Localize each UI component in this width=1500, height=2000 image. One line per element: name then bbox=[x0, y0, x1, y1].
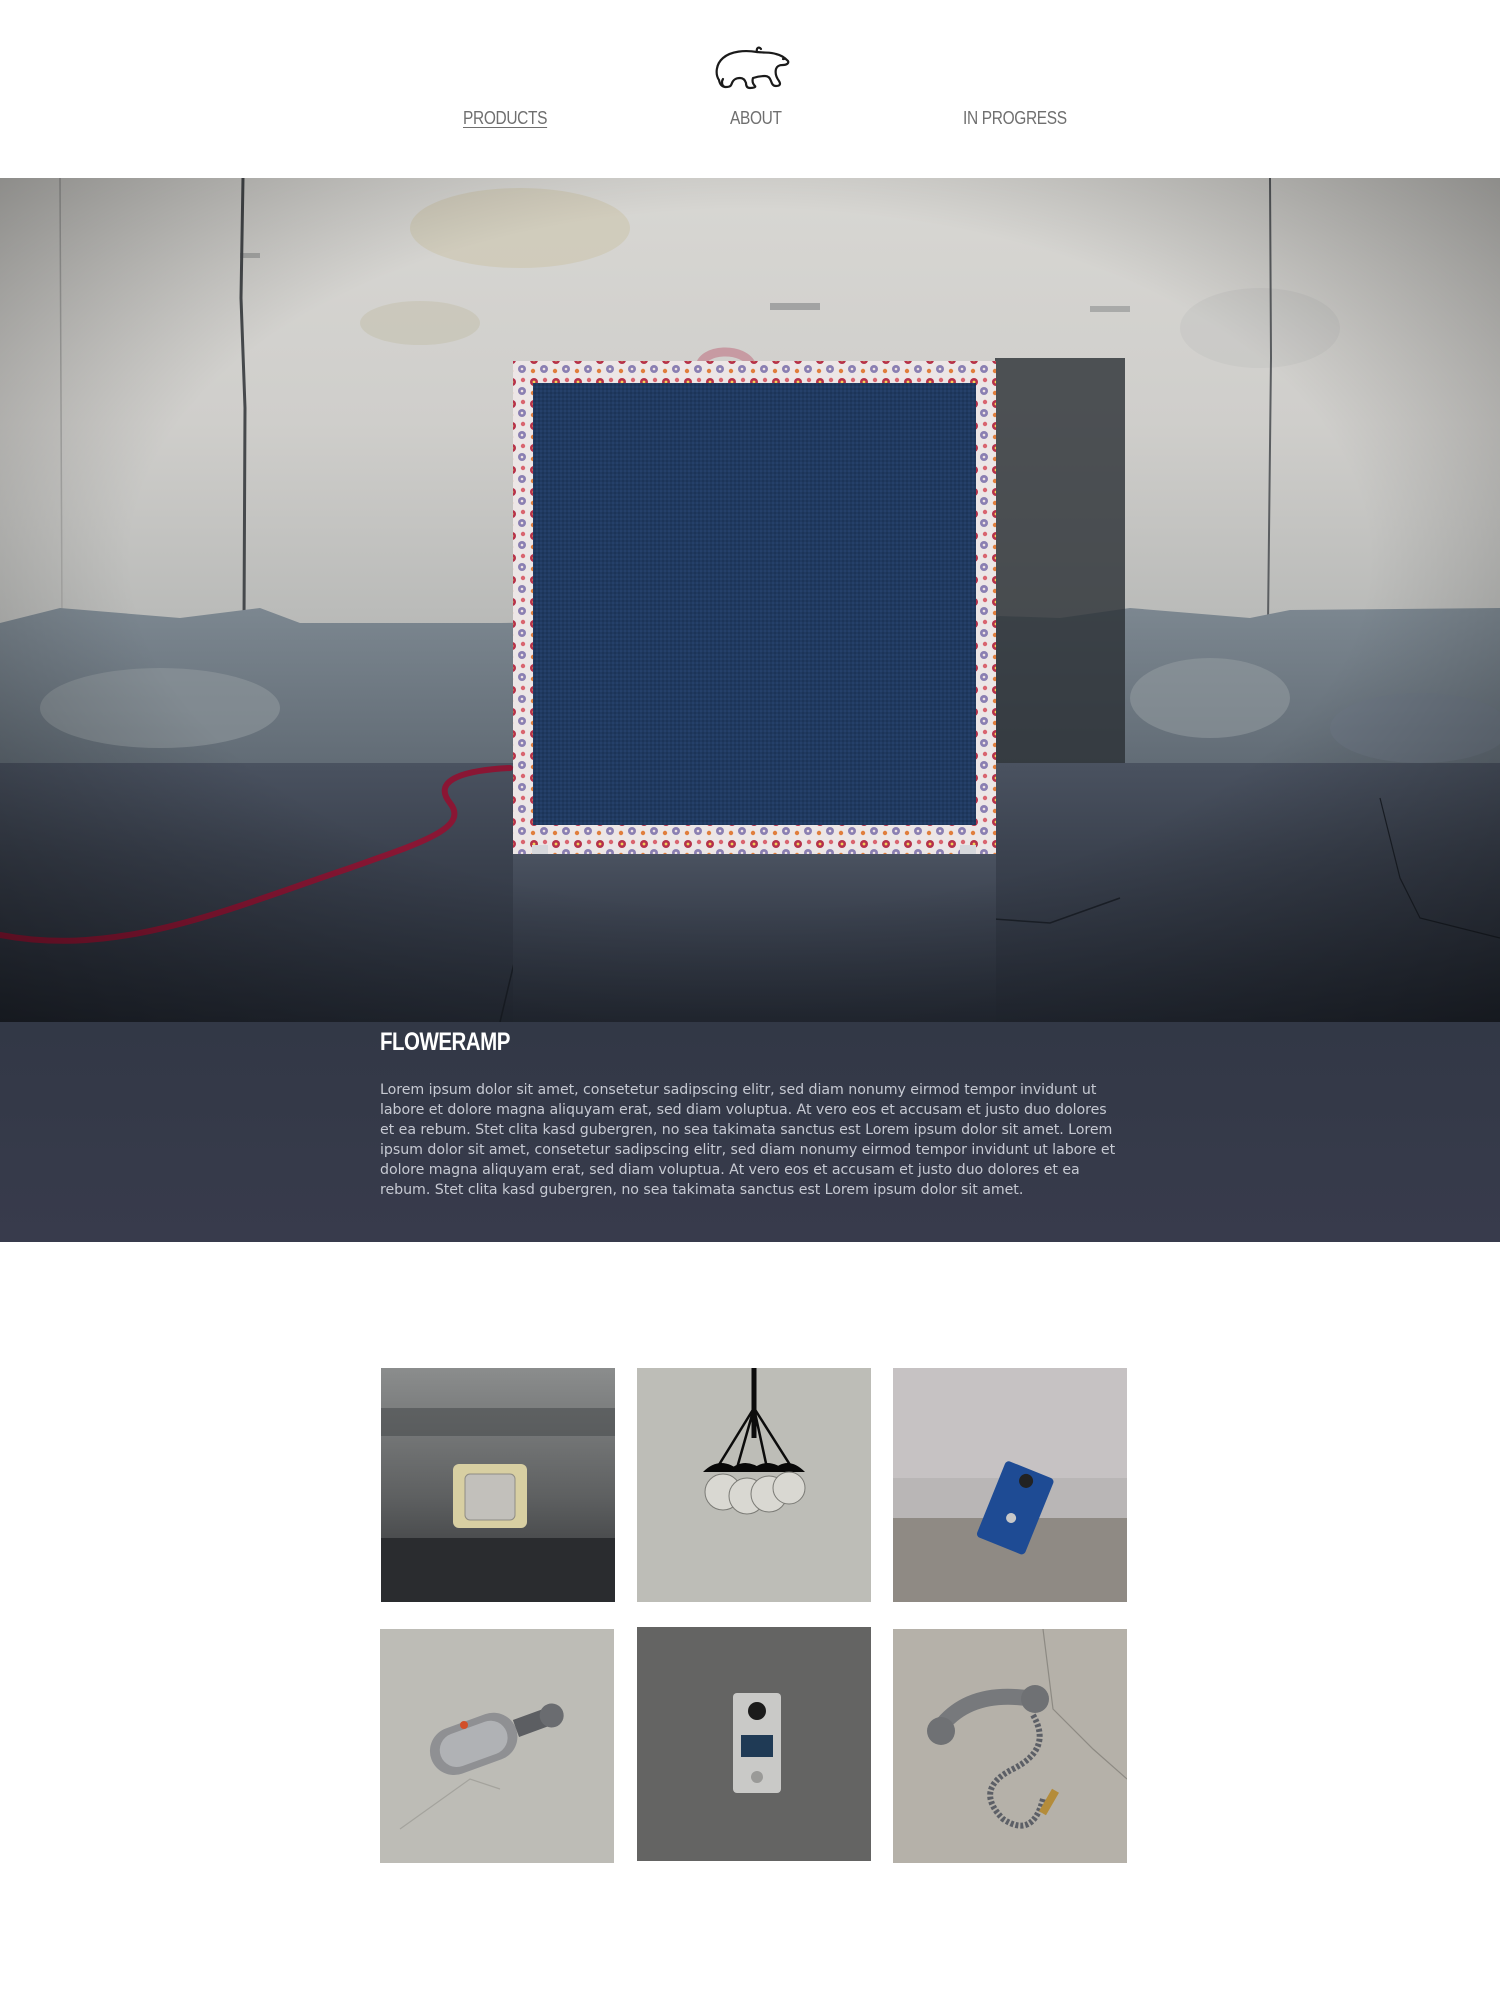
gallery-thumb-silver-pedal[interactable] bbox=[637, 1627, 871, 1861]
hero-image bbox=[0, 178, 1500, 1022]
gallery-thumb-bulb-lamp[interactable] bbox=[637, 1368, 871, 1602]
nav-in-progress-link[interactable]: IN PROGRESS bbox=[963, 108, 1067, 134]
nav-about-link[interactable]: ABOUT bbox=[730, 108, 782, 134]
nav-products-link[interactable]: PRODUCTS bbox=[463, 108, 547, 134]
gallery-thumb-telephone-handset[interactable] bbox=[893, 1629, 1127, 1863]
site-header: PRODUCTS ABOUT IN PROGRESS bbox=[0, 0, 1500, 178]
product-description: Lorem ipsum dolor sit amet, consetetur s… bbox=[380, 1082, 1116, 1198]
product-title: FLOWERAMP bbox=[380, 1028, 510, 1056]
gallery-thumb-blue-pedal[interactable] bbox=[893, 1368, 1127, 1602]
polar-bear-logo-icon[interactable] bbox=[713, 44, 791, 90]
gallery-thumb-cream-amp[interactable] bbox=[381, 1368, 615, 1602]
gallery-thumb-microphone[interactable] bbox=[380, 1629, 614, 1863]
